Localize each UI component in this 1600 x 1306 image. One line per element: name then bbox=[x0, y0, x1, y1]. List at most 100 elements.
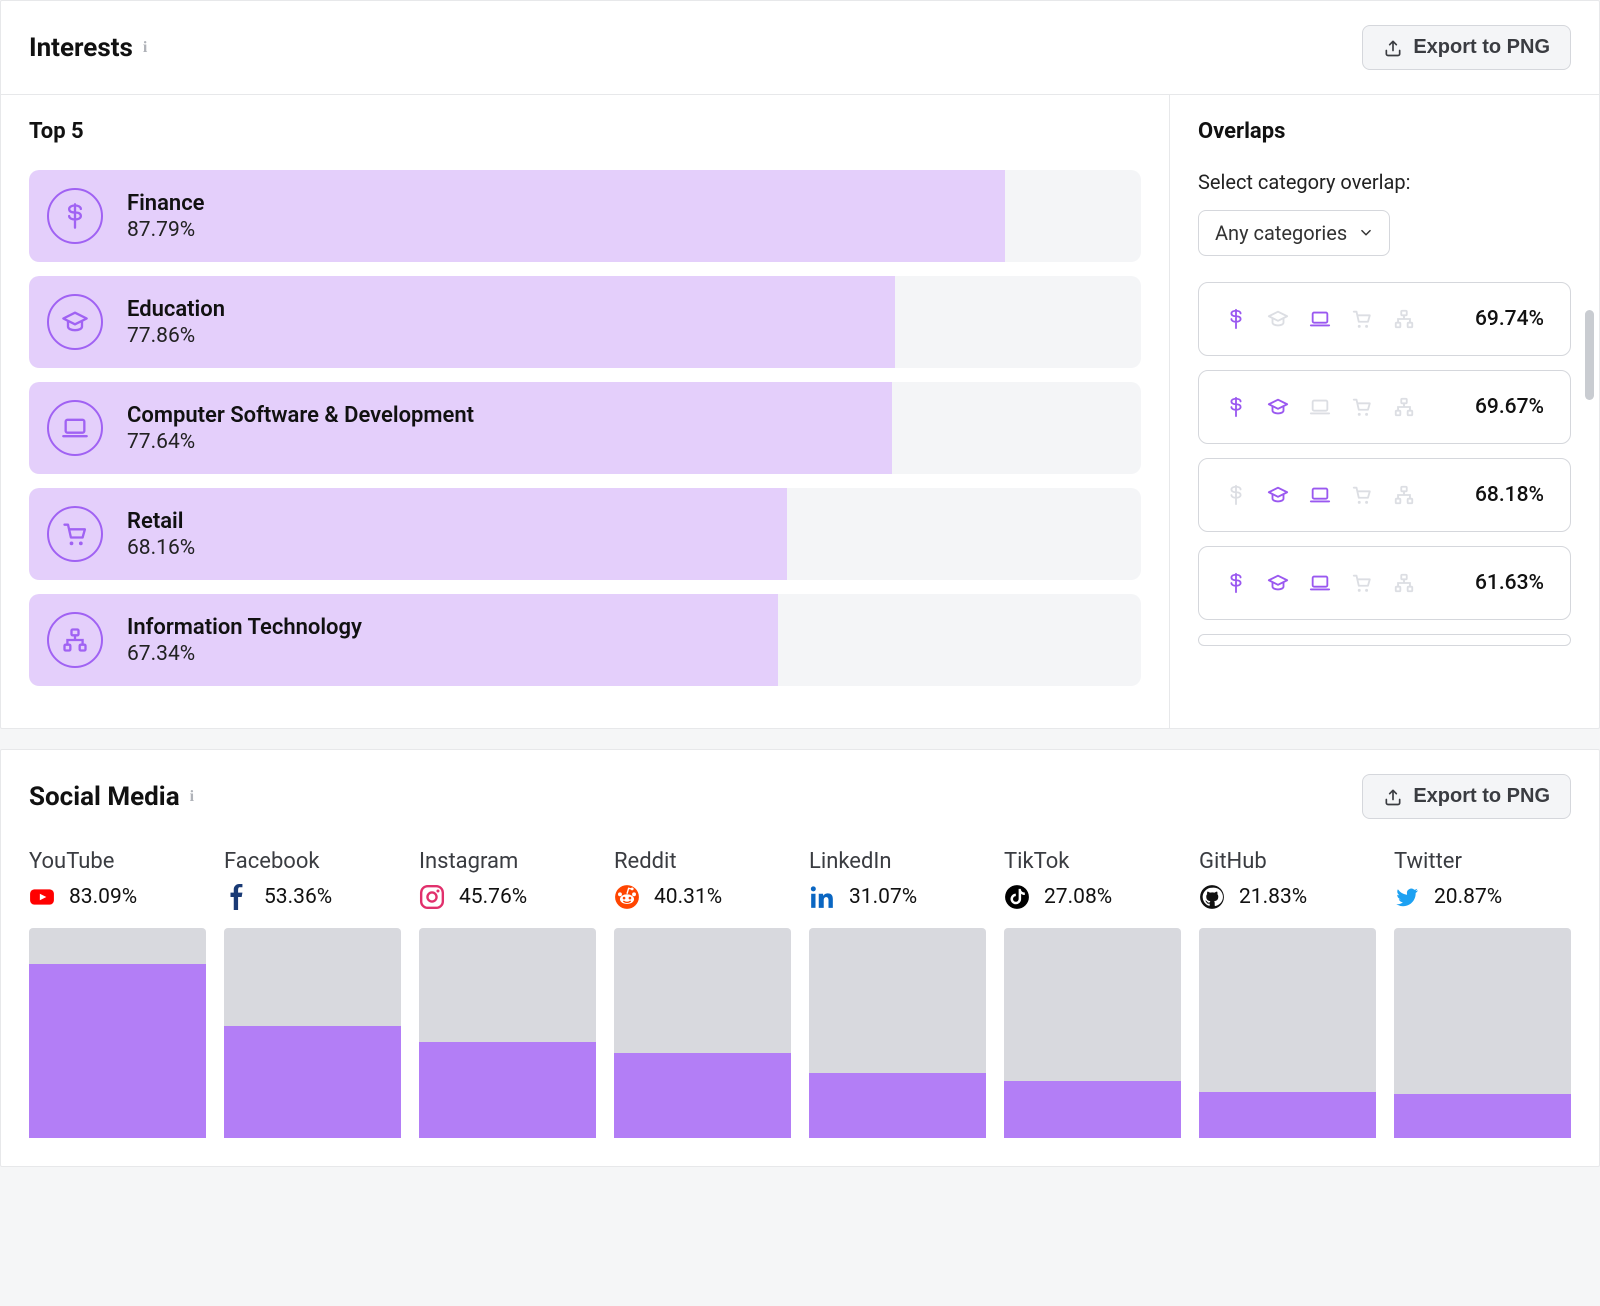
social-item: GitHub 21.83% bbox=[1199, 849, 1376, 1138]
social-item: Facebook53.36% bbox=[224, 849, 401, 1138]
laptop-icon bbox=[47, 400, 103, 456]
social-row: 21.83% bbox=[1199, 884, 1376, 910]
social-row: 40.31% bbox=[614, 884, 791, 910]
reddit-icon bbox=[614, 884, 640, 910]
export-interests-button[interactable]: Export to PNG bbox=[1362, 25, 1571, 70]
export-interests-label: Export to PNG bbox=[1413, 36, 1550, 59]
social-name: TikTok bbox=[1004, 849, 1181, 874]
interests-body: Top 5 Finance87.79%Education77.86%Comput… bbox=[1, 94, 1599, 728]
social-name: LinkedIn bbox=[809, 849, 986, 874]
social-pct: 27.08% bbox=[1044, 885, 1112, 909]
social-title: Social Media bbox=[29, 782, 180, 812]
social-name: YouTube bbox=[29, 849, 206, 874]
social-row: 31.07% bbox=[809, 884, 986, 910]
overlaps-column: Overlaps Select category overlap: Any ca… bbox=[1169, 95, 1599, 728]
hierarchy-icon bbox=[1393, 572, 1415, 594]
overlap-card[interactable]: 61.63% bbox=[1198, 546, 1571, 620]
gradcap-icon bbox=[1267, 308, 1289, 330]
social-header: Social Media i Export to PNG bbox=[1, 750, 1599, 843]
gradcap-icon bbox=[47, 294, 103, 350]
overlap-scrollbar[interactable] bbox=[1585, 310, 1594, 400]
overlap-card[interactable]: 69.74% bbox=[1198, 282, 1571, 356]
top5-bar[interactable]: Education77.86% bbox=[29, 276, 1141, 368]
social-item: Instagram45.76% bbox=[419, 849, 596, 1138]
overlap-icons bbox=[1225, 572, 1415, 594]
bar-name: Computer Software & Development bbox=[127, 403, 474, 428]
info-icon[interactable]: i bbox=[143, 39, 147, 57]
youtube-icon bbox=[29, 884, 55, 910]
interests-title: Interests bbox=[29, 33, 133, 63]
dollar-icon bbox=[1225, 572, 1247, 594]
bar-text: Education77.86% bbox=[127, 297, 225, 348]
github-icon bbox=[1199, 884, 1225, 910]
social-bar bbox=[1004, 928, 1181, 1138]
hierarchy-icon bbox=[1393, 484, 1415, 506]
chevron-down-icon bbox=[1359, 226, 1373, 240]
bar-text: Retail68.16% bbox=[127, 509, 195, 560]
info-icon[interactable]: i bbox=[190, 788, 194, 806]
social-pct: 20.87% bbox=[1434, 885, 1502, 909]
social-pct: 21.83% bbox=[1239, 885, 1307, 909]
social-bar-fill bbox=[29, 964, 206, 1138]
cart-icon bbox=[1351, 308, 1373, 330]
interests-title-wrap: Interests i bbox=[29, 33, 147, 63]
cart-icon bbox=[47, 506, 103, 562]
overlap-pct: 61.63% bbox=[1475, 571, 1544, 595]
social-grid: YouTube83.09%Facebook53.36%Instagram45.7… bbox=[29, 849, 1571, 1138]
export-social-button[interactable]: Export to PNG bbox=[1362, 774, 1571, 819]
social-name: GitHub bbox=[1199, 849, 1376, 874]
bar-text: Information Technology67.34% bbox=[127, 615, 362, 666]
gradcap-icon bbox=[1267, 484, 1289, 506]
interests-header: Interests i Export to PNG bbox=[1, 1, 1599, 94]
social-row: 27.08% bbox=[1004, 884, 1181, 910]
overlap-pct: 69.67% bbox=[1475, 395, 1544, 419]
social-row: 45.76% bbox=[419, 884, 596, 910]
laptop-icon bbox=[1309, 396, 1331, 418]
social-bar bbox=[419, 928, 596, 1138]
overlap-card[interactable]: 69.67% bbox=[1198, 370, 1571, 444]
overlap-pct: 69.74% bbox=[1475, 307, 1544, 331]
social-item: Reddit40.31% bbox=[614, 849, 791, 1138]
social-bar-fill bbox=[1394, 1094, 1571, 1138]
tiktok-icon bbox=[1004, 884, 1030, 910]
cart-icon bbox=[1351, 572, 1373, 594]
linkedin-icon bbox=[809, 884, 835, 910]
interests-panel: Interests i Export to PNG Top 5 Finance8… bbox=[0, 0, 1600, 729]
bar-pct: 68.16% bbox=[127, 536, 195, 560]
top5-bar[interactable]: Information Technology67.34% bbox=[29, 594, 1141, 686]
top5-list: Finance87.79% Education77.86% Computer Sof… bbox=[29, 170, 1141, 686]
overlap-list[interactable]: 69.74% 69.67% 68.18% 61.63% bbox=[1198, 282, 1571, 687]
top5-bar[interactable]: Computer Software & Development77.64% bbox=[29, 382, 1141, 474]
upload-icon bbox=[1383, 787, 1403, 807]
overlap-dropdown[interactable]: Any categories bbox=[1198, 210, 1390, 256]
dollar-icon bbox=[1225, 396, 1247, 418]
social-bar bbox=[614, 928, 791, 1138]
social-bar bbox=[1199, 928, 1376, 1138]
overlap-icons bbox=[1225, 396, 1415, 418]
social-body: YouTube83.09%Facebook53.36%Instagram45.7… bbox=[1, 843, 1599, 1166]
top5-bar[interactable]: Retail68.16% bbox=[29, 488, 1141, 580]
twitter-icon bbox=[1394, 884, 1420, 910]
social-item: Twitter 20.87% bbox=[1394, 849, 1571, 1138]
facebook-icon bbox=[224, 884, 250, 910]
overlap-card[interactable]: 68.18% bbox=[1198, 458, 1571, 532]
bar-name: Finance bbox=[127, 191, 205, 216]
export-social-label: Export to PNG bbox=[1413, 785, 1550, 808]
bar-pct: 77.64% bbox=[127, 430, 474, 454]
social-pct: 40.31% bbox=[654, 885, 722, 909]
social-name: Twitter bbox=[1394, 849, 1571, 874]
social-bar-fill bbox=[809, 1073, 986, 1138]
dollar-icon bbox=[47, 188, 103, 244]
bar-name: Retail bbox=[127, 509, 195, 534]
hierarchy-icon bbox=[1393, 308, 1415, 330]
laptop-icon bbox=[1309, 308, 1331, 330]
social-pct: 53.36% bbox=[264, 885, 332, 909]
bar-pct: 67.34% bbox=[127, 642, 362, 666]
social-row: 53.36% bbox=[224, 884, 401, 910]
top5-bar[interactable]: Finance87.79% bbox=[29, 170, 1141, 262]
social-bar bbox=[1394, 928, 1571, 1138]
overlap-card-partial bbox=[1198, 634, 1571, 646]
dollar-icon bbox=[1225, 484, 1247, 506]
social-bar-fill bbox=[1004, 1081, 1181, 1138]
laptop-icon bbox=[1309, 572, 1331, 594]
